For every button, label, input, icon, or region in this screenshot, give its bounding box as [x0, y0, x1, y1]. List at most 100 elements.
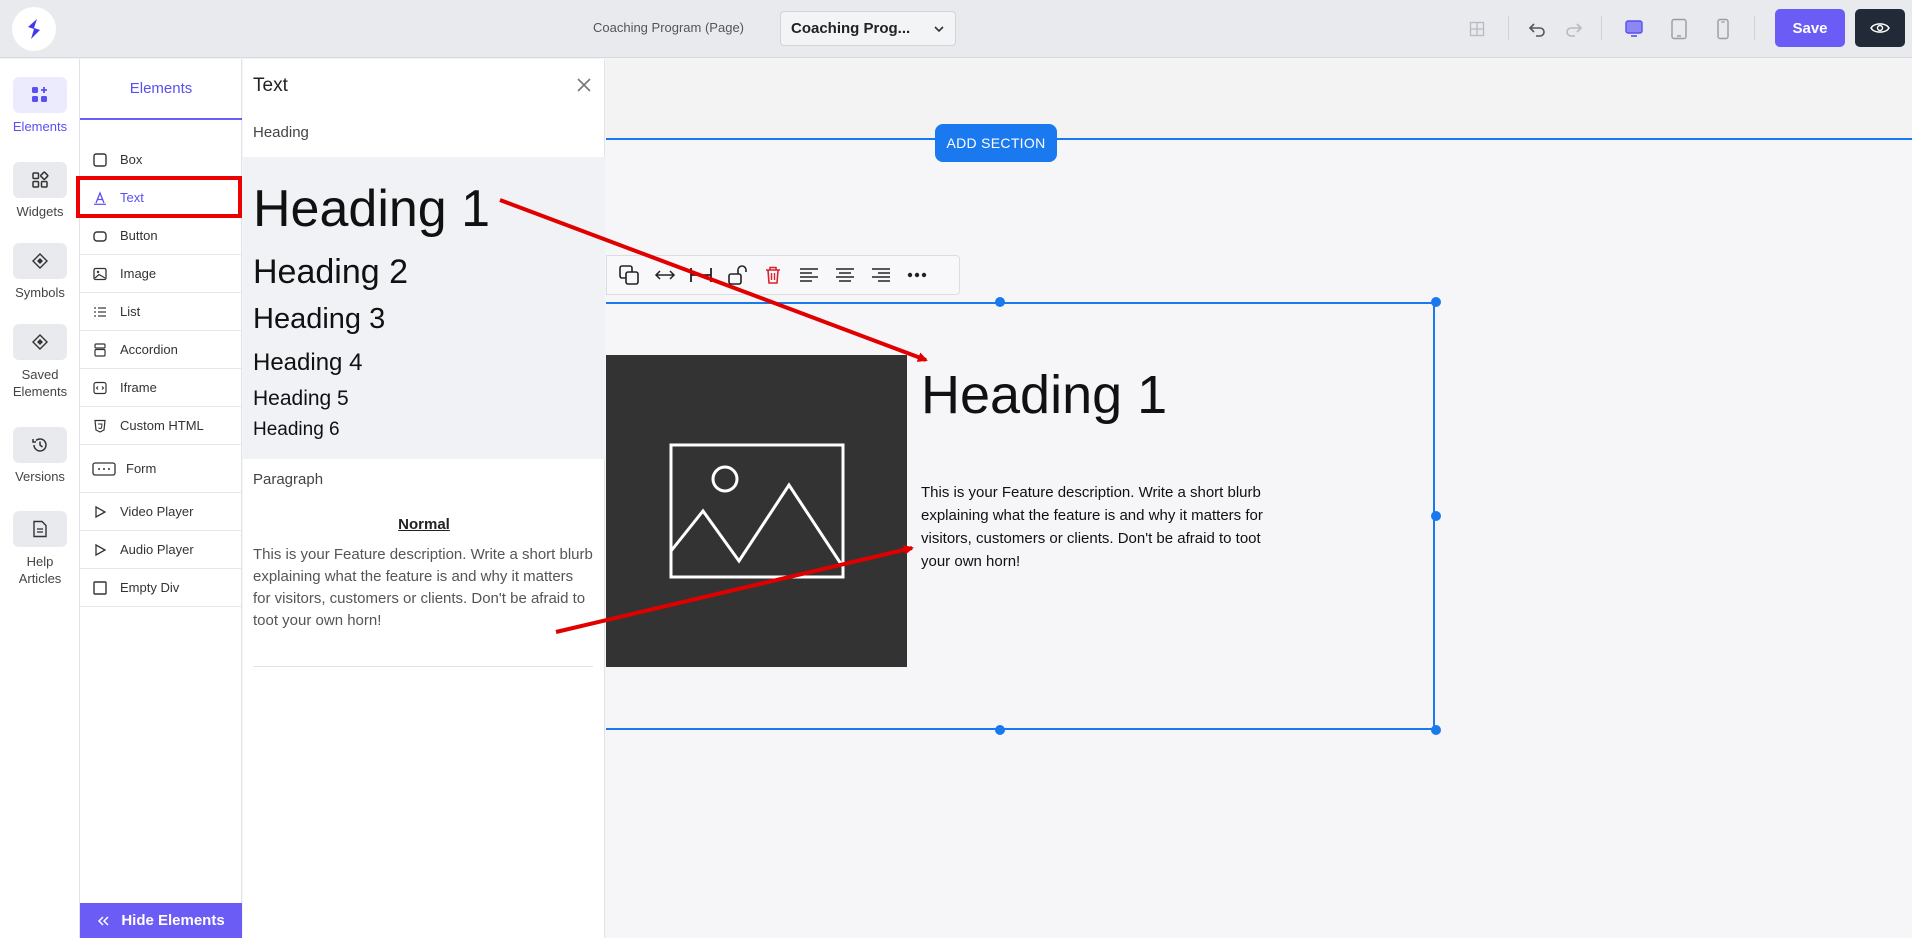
chevron-down-icon [934, 25, 944, 32]
element-image[interactable]: Image [80, 255, 242, 293]
divider [1508, 16, 1509, 40]
desktop-view-icon[interactable] [1622, 17, 1646, 41]
element-button[interactable]: Button [80, 217, 242, 255]
element-label: Box [120, 152, 143, 167]
divider [253, 666, 593, 667]
grid-icon[interactable] [1465, 17, 1489, 41]
editor-canvas[interactable]: ADD SECTION Heading 1 This is your Featu… [606, 59, 1912, 938]
heading-6-option[interactable]: Heading 6 [253, 419, 340, 441]
panel-title: Text [253, 75, 288, 96]
element-label: Custom HTML [120, 418, 204, 433]
paragraph-preview[interactable]: This is your Feature description. Write … [253, 544, 593, 632]
more-options-icon[interactable] [899, 257, 935, 293]
canvas-paragraph[interactable]: This is your Feature description. Write … [921, 481, 1291, 573]
page-builder: Coaching Program (Page) Coaching Prog...… [0, 0, 1912, 938]
redo-icon[interactable] [1562, 17, 1586, 41]
canvas-heading[interactable]: Heading 1 [921, 364, 1167, 426]
rail-label: Versions [15, 469, 65, 484]
close-icon[interactable] [576, 77, 592, 93]
rail-item-saved-elements[interactable]: Saved Elements [0, 324, 80, 400]
heading-2-option[interactable]: Heading 2 [253, 253, 408, 292]
element-accordion[interactable]: Accordion [80, 331, 242, 369]
element-label: Form [126, 461, 157, 476]
elements-icon [13, 77, 67, 113]
align-right-icon[interactable] [863, 257, 899, 293]
element-box[interactable]: Box [80, 141, 242, 179]
heading-3-option[interactable]: Heading 3 [253, 303, 385, 336]
unlock-icon[interactable] [719, 257, 755, 293]
element-label: Empty Div [120, 580, 180, 595]
save-button[interactable]: Save [1775, 9, 1845, 47]
rail-item-symbols[interactable]: Symbols [0, 243, 80, 300]
headings-list: Heading 1 Heading 2 Heading 3 Heading 4 … [243, 157, 605, 459]
iframe-icon [92, 380, 108, 396]
rail-item-elements[interactable]: Elements [0, 77, 80, 134]
resize-handle[interactable] [1431, 297, 1441, 307]
rail-item-widgets[interactable]: Widgets [0, 162, 80, 219]
align-center-icon[interactable] [827, 257, 863, 293]
image-icon [92, 266, 108, 282]
image-placeholder-icon [669, 443, 844, 579]
element-custom-html[interactable]: Custom HTML [80, 407, 242, 445]
empty-div-icon [92, 580, 108, 596]
resize-handle[interactable] [1431, 725, 1441, 735]
align-left-icon[interactable] [791, 257, 827, 293]
saved-elements-icon [13, 324, 67, 360]
heading-1-option[interactable]: Heading 1 [253, 179, 490, 239]
element-video-player[interactable]: Video Player [80, 493, 242, 531]
full-width-icon[interactable] [683, 257, 719, 293]
rail-label: Saved Elements [12, 367, 68, 399]
tab-elements[interactable]: Elements [80, 59, 242, 120]
tablet-view-icon[interactable] [1667, 17, 1691, 41]
heading-section-label: Heading [253, 124, 309, 141]
resize-handle[interactable] [1431, 511, 1441, 521]
previous-section [606, 59, 1912, 140]
element-label: Accordion [120, 342, 178, 357]
rail-label: Elements [12, 119, 68, 134]
rail-label: Widgets [16, 204, 64, 219]
page-select[interactable]: Coaching Prog... [780, 11, 956, 46]
element-iframe[interactable]: Iframe [80, 369, 242, 407]
rail-label: Help Articles [18, 554, 62, 586]
element-form[interactable]: Form [80, 445, 242, 493]
preview-button[interactable] [1855, 9, 1905, 47]
rail-label: Symbols [15, 285, 65, 300]
page-label: Coaching Program (Page) [592, 20, 745, 35]
heading-5-option[interactable]: Heading 5 [253, 387, 349, 411]
rail-item-versions[interactable]: Versions [0, 427, 80, 484]
text-panel: Text Heading Heading 1 Heading 2 Heading… [243, 59, 605, 938]
add-section-button[interactable]: ADD SECTION [935, 124, 1057, 162]
app-logo[interactable] [12, 7, 56, 51]
element-empty-div[interactable]: Empty Div [80, 569, 242, 607]
audio-player-icon [92, 542, 108, 558]
eye-icon [1870, 23, 1890, 33]
duplicate-icon[interactable] [611, 257, 647, 293]
element-list[interactable]: List [80, 293, 242, 331]
heading-4-option[interactable]: Heading 4 [253, 349, 362, 377]
button-icon [92, 228, 108, 244]
paragraph-section-label: Paragraph [253, 471, 324, 488]
trash-icon[interactable] [755, 257, 791, 293]
image-placeholder[interactable] [606, 355, 907, 667]
element-audio-player[interactable]: Audio Player [80, 531, 242, 569]
left-rail: Elements Widgets Symbols Saved Elements … [0, 59, 80, 938]
resize-handle[interactable] [995, 725, 1005, 735]
element-label: Video Player [120, 504, 194, 519]
stretch-horizontal-icon[interactable] [647, 257, 683, 293]
undo-icon[interactable] [1525, 17, 1549, 41]
element-label: Iframe [120, 380, 157, 395]
custom-html-icon [92, 418, 108, 434]
page-select-value: Coaching Prog... [791, 20, 911, 37]
resize-handle[interactable] [995, 297, 1005, 307]
mobile-view-icon[interactable] [1711, 17, 1735, 41]
hide-elements-button[interactable]: Hide Elements [80, 903, 242, 938]
normal-paragraph-option[interactable]: Normal [243, 516, 605, 533]
box-icon [92, 152, 108, 168]
element-label: Audio Player [120, 542, 194, 557]
rail-item-help-articles[interactable]: Help Articles [0, 511, 80, 587]
element-label: Button [120, 228, 158, 243]
divider [1754, 16, 1755, 40]
symbols-icon [13, 243, 67, 279]
divider [1601, 16, 1602, 40]
element-toolbar [606, 255, 960, 295]
